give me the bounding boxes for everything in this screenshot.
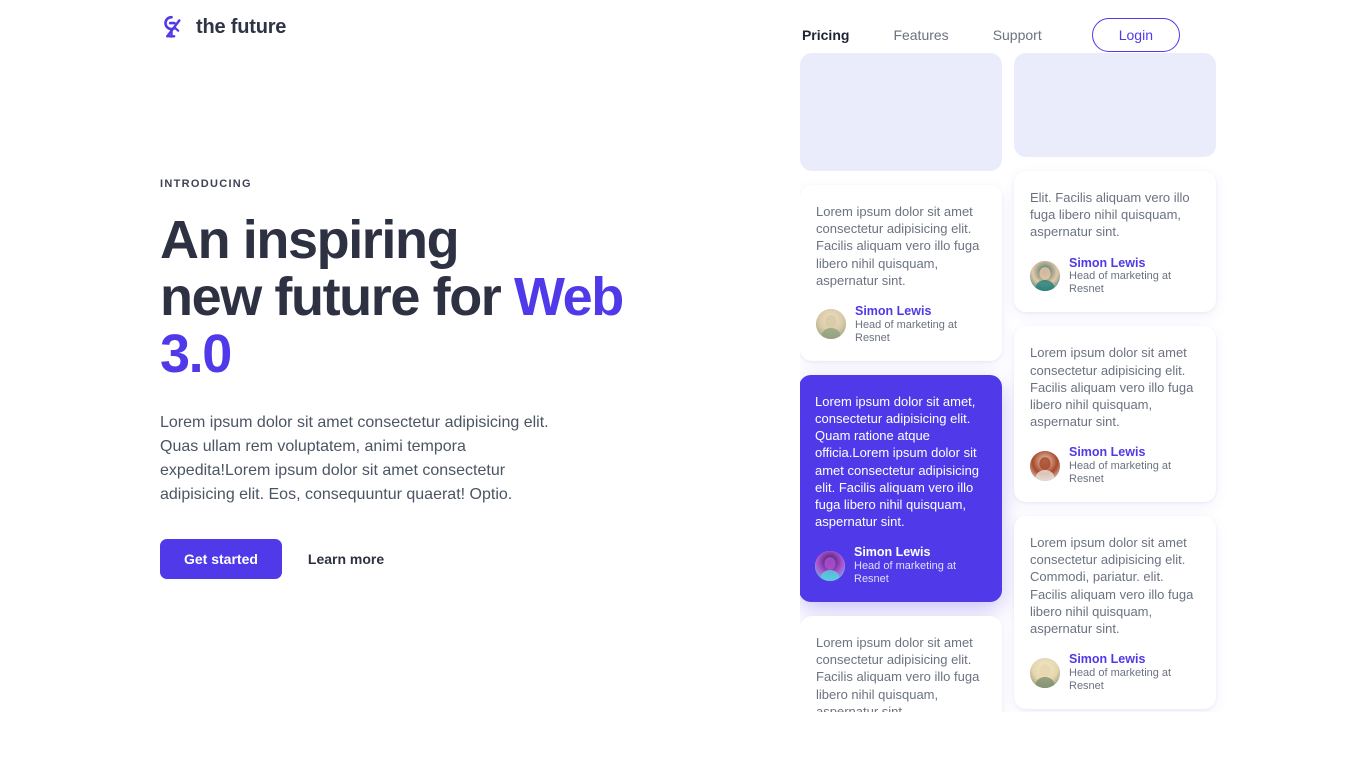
testimonial-author: Simon Lewis Head of marketing at Resnet xyxy=(816,304,986,345)
author-name: Simon Lewis xyxy=(1069,445,1146,460)
author-role: Head of marketing at Resnet xyxy=(854,560,957,586)
page-title: An inspiring new future for Web 3.0 xyxy=(160,212,630,383)
author-name: Simon Lewis xyxy=(1069,255,1146,270)
headline-line-2: new future for xyxy=(160,267,514,327)
author-name: Simon Lewis xyxy=(1069,652,1146,667)
testimonial-card[interactable]: Lorem ipsum dolor sit amet consectetur a… xyxy=(1014,516,1216,709)
testimonial-author: Simon Lewis Head of marketing at Resnet xyxy=(1030,445,1200,486)
author-role: Head of marketing at Resnet xyxy=(1069,270,1172,296)
testimonial-author: Simon Lewis Head of marketing at Resnet xyxy=(1030,652,1200,693)
avatar xyxy=(1030,260,1060,291)
testimonial-author: Simon Lewis Head of marketing at Resnet xyxy=(1030,256,1200,297)
author-meta: Simon Lewis Head of marketing at Resnet xyxy=(854,545,986,586)
author-name: Simon Lewis xyxy=(854,545,931,560)
testimonial-card[interactable]: Lorem ipsum dolor sit amet consectetur a… xyxy=(800,185,1002,361)
headline-line-1: An inspiring xyxy=(160,210,460,270)
author-meta: Simon Lewis Head of marketing at Resnet xyxy=(855,304,986,345)
testimonials-wall: Lorem ipsum dolor sit amet consectetur a… xyxy=(800,0,1230,712)
testimonial-text: Lorem ipsum dolor sit amet, consectetur … xyxy=(815,393,980,530)
testimonial-text: Elit. Facilis aliquam vero illo fuga lib… xyxy=(1030,190,1190,240)
testimonial-author: Simon Lewis Head of marketing at Resnet xyxy=(815,545,986,586)
testimonial-text: Lorem ipsum dolor sit amet consectetur a… xyxy=(1030,535,1194,637)
testimonial-column-left: Lorem ipsum dolor sit amet consectetur a… xyxy=(800,0,1002,712)
hero-eyebrow: INTRODUCING xyxy=(160,178,252,190)
get-started-button[interactable]: Get started xyxy=(160,539,282,579)
author-name: Simon Lewis xyxy=(855,304,932,319)
avatar xyxy=(1030,657,1060,688)
author-meta: Simon Lewis Head of marketing at Resnet xyxy=(1069,445,1200,486)
testimonial-card[interactable]: Lorem ipsum dolor sit amet consectetur a… xyxy=(800,616,1002,712)
testimonial-column-right: Elit. Facilis aliquam vero illo fuga lib… xyxy=(1014,0,1216,712)
avatar xyxy=(815,550,845,581)
testimonial-placeholder-card xyxy=(800,53,1002,171)
hero-section: INTRODUCING An inspiring new future for … xyxy=(160,178,630,579)
author-role: Head of marketing at Resnet xyxy=(1069,666,1172,692)
author-meta: Simon Lewis Head of marketing at Resnet xyxy=(1069,652,1200,693)
abstract-arrow-logo-icon xyxy=(160,14,186,40)
avatar xyxy=(816,309,846,340)
brand-logo[interactable]: the future xyxy=(160,14,286,40)
author-role: Head of marketing at Resnet xyxy=(855,318,958,344)
author-role: Head of marketing at Resnet xyxy=(1069,460,1172,486)
testimonial-text: Lorem ipsum dolor sit amet consectetur a… xyxy=(816,635,980,712)
brand-name: the future xyxy=(196,15,287,38)
testimonial-card[interactable]: Lorem ipsum dolor sit amet consectetur a… xyxy=(1014,326,1216,502)
testimonial-placeholder-card xyxy=(1014,53,1216,157)
testimonial-text: Lorem ipsum dolor sit amet consectetur a… xyxy=(1030,345,1194,430)
testimonial-card-featured[interactable]: Lorem ipsum dolor sit amet, consectetur … xyxy=(800,374,1002,603)
author-meta: Simon Lewis Head of marketing at Resnet xyxy=(1069,256,1200,297)
landing-page: the future Pricing Features Support Logi… xyxy=(0,0,1366,768)
avatar xyxy=(1030,450,1060,481)
learn-more-link[interactable]: Learn more xyxy=(302,551,390,567)
hero-paragraph: Lorem ipsum dolor sit amet consectetur a… xyxy=(160,414,549,503)
testimonial-text: Lorem ipsum dolor sit amet consectetur a… xyxy=(816,204,980,288)
hero-cta-row: Get started Learn more xyxy=(160,539,630,579)
testimonial-card[interactable]: Elit. Facilis aliquam vero illo fuga lib… xyxy=(1014,171,1216,313)
